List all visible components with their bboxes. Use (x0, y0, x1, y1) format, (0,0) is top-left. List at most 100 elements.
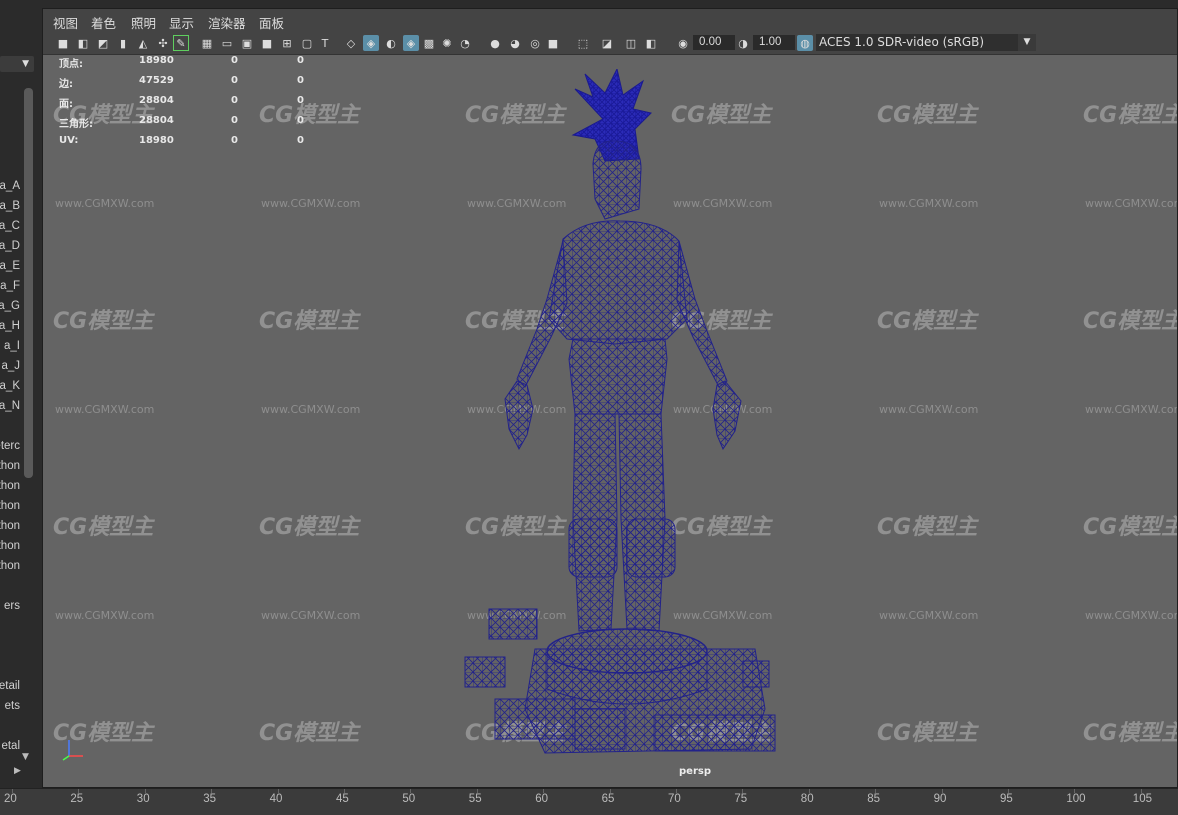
camera-label: persp (679, 766, 711, 777)
grease-pencil-icon[interactable]: ✎ (173, 35, 189, 51)
hud-stat-value: 0 (231, 115, 238, 126)
xray-joints-icon[interactable]: ◧ (643, 35, 659, 51)
character-wireframe-model[interactable] (455, 69, 785, 769)
outliner-item[interactable]: thon (0, 560, 20, 572)
outliner-item[interactable]: a_A (0, 180, 20, 192)
select-camera-icon[interactable]: ■ (55, 35, 71, 51)
default-material-icon[interactable]: ◐ (383, 35, 399, 51)
hud-stat-value: 0 (231, 135, 238, 146)
wireframe-on-shaded-icon[interactable]: ◈ (403, 35, 419, 51)
outliner-item[interactable]: a_I (4, 340, 20, 352)
use-all-lights-icon[interactable]: ✺ (439, 35, 455, 51)
menu-renderer[interactable]: 渲染器 (208, 13, 246, 32)
outliner-item[interactable]: thon (0, 500, 20, 512)
menu-shading[interactable]: 着色 (91, 13, 116, 32)
outliner-item[interactable]: a_G (0, 300, 20, 312)
exposure-field[interactable]: 0.00 (693, 35, 735, 50)
safe-title-icon[interactable]: T (317, 35, 333, 51)
wireframe-icon[interactable]: ◇ (343, 35, 359, 51)
timeline-tick-label: 60 (535, 793, 548, 805)
outliner-item[interactable]: a_B (0, 200, 20, 212)
hud-stat-row: 面: 28804 0 0 (59, 95, 359, 110)
watermark-logo: CG模型主 (259, 721, 360, 746)
axis-gizmo (62, 740, 83, 761)
base (464, 608, 776, 754)
timeline-tick-mark (609, 789, 611, 793)
outliner-item[interactable]: etal (1, 740, 20, 752)
smooth-shade-icon[interactable]: ◈ (363, 35, 379, 51)
gamma-field[interactable]: 1.00 (753, 35, 795, 50)
outliner-item[interactable]: a_C (0, 220, 20, 232)
exposure-icon[interactable]: ◉ (675, 35, 691, 51)
outliner-item[interactable]: eterc (0, 440, 20, 452)
outliner-dropdown[interactable]: ▼ (0, 56, 34, 72)
menu-lighting[interactable]: 照明 (131, 13, 156, 32)
menu-view[interactable]: 视图 (53, 13, 78, 32)
timeline-tick-label: 85 (867, 793, 880, 805)
timeline-tick-mark (808, 789, 810, 793)
image-plane-icon[interactable]: ◭ (135, 35, 151, 51)
anti-aliasing-icon[interactable]: ◎ (527, 35, 543, 51)
timeline-tick-mark (1074, 789, 1076, 793)
legs (568, 413, 676, 632)
maya-window: ▼ a_A a_B a_C a_D a_E a_F a_G a_H a_I a_J eta_Keta… (0, 0, 1178, 815)
watermark-logo: CG模型主 (877, 721, 978, 746)
field-chart-icon[interactable]: ⊞ (279, 35, 295, 51)
film-gate-icon[interactable]: ▭ (219, 35, 235, 51)
watermark-url: www.CGMXW.com (55, 403, 155, 416)
outliner-item[interactable]: thon (0, 460, 20, 472)
chevron-down-icon: ▼ (22, 59, 29, 69)
grid-icon[interactable]: ▦ (199, 35, 215, 51)
timeline-tick-label: 50 (402, 793, 416, 805)
menu-panels[interactable]: 面板 (259, 13, 284, 32)
menu-show[interactable]: 显示 (169, 13, 194, 32)
right-arm (676, 240, 742, 451)
scroll-down-icon[interactable]: ▼ (22, 752, 29, 762)
outliner-scrollbar[interactable] (24, 88, 33, 478)
outliner-item[interactable]: eta_N (0, 400, 20, 412)
hud-stat-value: 0 (231, 55, 238, 66)
screen-space-ao-icon[interactable]: ● (487, 35, 503, 51)
2d-pan-icon[interactable]: ✣ (155, 35, 171, 51)
xray-icon[interactable]: ◪ (599, 35, 615, 51)
outliner-item[interactable]: ets (5, 700, 20, 712)
outliner-item[interactable]: eta_K (0, 380, 20, 392)
safe-action-icon[interactable]: ▢ (299, 35, 315, 51)
watermark-logo: CG模型主 (877, 309, 978, 334)
timeline-tick-label: 95 (1000, 793, 1013, 805)
bookmark-icon[interactable]: ▮ (115, 35, 131, 51)
outliner-item[interactable]: thon (0, 520, 20, 532)
xray-active-icon[interactable]: ◫ (623, 35, 639, 51)
outliner-item[interactable]: a_H (0, 320, 20, 332)
outliner-item[interactable]: ers (4, 600, 20, 612)
outliner-item[interactable]: a_E (0, 260, 20, 272)
watermark-url: www.CGMXW.com (879, 197, 979, 210)
color-management-icon[interactable]: ◍ (797, 35, 813, 51)
watermark-logo: CG模型主 (877, 103, 978, 128)
outliner-item[interactable]: thon (0, 480, 20, 492)
shadows-icon[interactable]: ◔ (457, 35, 473, 51)
timeline-tick-mark (78, 789, 80, 793)
outliner-item[interactable]: a_F (0, 280, 20, 292)
color-space-select[interactable]: ACES 1.0 SDR-video (sRGB) ▼ (816, 34, 1036, 51)
resolution-gate-icon[interactable]: ▣ (239, 35, 255, 51)
camera-attributes-icon[interactable]: ◧ (75, 35, 91, 51)
viewport-toolbar: ■ ◧ ◩ ▮ ◭ ✣ ✎ ▦ ▭ ▣ ■ ⊞ ▢ T ◇ ◈ ◐ ◈ ▩ ✺ … (43, 32, 1177, 55)
scroll-right-icon[interactable]: ▶ (14, 766, 21, 776)
depth-of-field-icon[interactable]: ■ (545, 35, 561, 51)
gamma-icon[interactable]: ◑ (735, 35, 751, 51)
hud-stat-value: 0 (231, 75, 238, 86)
watermark-url: www.CGMXW.com (261, 609, 361, 622)
hud-stat-label: UV: (59, 135, 79, 146)
outliner-item[interactable]: thon (0, 540, 20, 552)
textured-icon[interactable]: ▩ (421, 35, 437, 51)
camera-lock-icon[interactable]: ◩ (95, 35, 111, 51)
viewport-panel[interactable]: 视图 着色 照明 显示 渲染器 面板 ■ ◧ ◩ ▮ ◭ ✣ ✎ ▦ ▭ ▣ ■… (42, 8, 1178, 788)
outliner-item[interactable]: a_J (1, 360, 20, 372)
outliner-item[interactable]: a_D (0, 240, 20, 252)
gate-mask-icon[interactable]: ■ (259, 35, 275, 51)
motion-blur-icon[interactable]: ◕ (507, 35, 523, 51)
time-slider[interactable]: 20 25 30 35 40 45 50 55 60 65 70 75 80 85 90 95 100 105 (0, 788, 1178, 815)
isolate-select-icon[interactable]: ⬚ (575, 35, 591, 51)
outliner-item[interactable]: etail (0, 680, 20, 692)
